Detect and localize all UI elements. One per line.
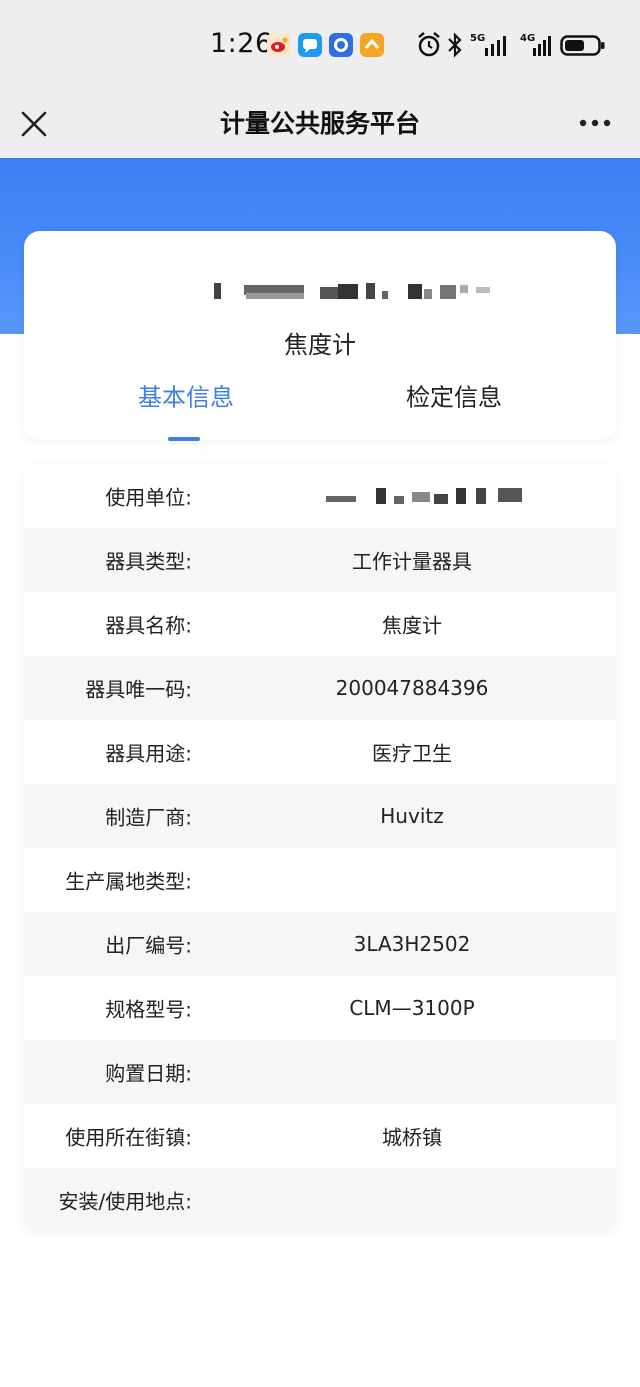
info-row-instrument-name: 器具名称: 焦度计	[24, 592, 616, 656]
info-row-purpose: 器具用途: 医疗卫生	[24, 720, 616, 784]
info-label: 购置日期:	[105, 1061, 192, 1086]
info-value: 城桥镇	[382, 1125, 442, 1150]
app-icon	[329, 33, 353, 57]
info-label: 器具类型:	[105, 549, 192, 574]
info-label: 生产属地类型:	[65, 869, 192, 894]
more-button[interactable]	[572, 108, 618, 138]
info-row-user-unit: 使用单位:	[24, 464, 616, 528]
info-row-purchase-date: 购置日期:	[24, 1040, 616, 1104]
info-row-instrument-type: 器具类型: 工作计量器具	[24, 528, 616, 592]
info-row-model: 规格型号: CLM—3100P	[24, 976, 616, 1040]
info-label: 器具用途:	[105, 741, 192, 766]
active-tab-indicator	[168, 437, 200, 441]
status-time: 1:26	[210, 28, 273, 59]
info-value: 200047884396	[335, 676, 489, 700]
tab-basic-info[interactable]: 基本信息	[134, 378, 238, 413]
more-icon	[579, 119, 611, 127]
info-label: 规格型号:	[105, 997, 192, 1022]
status-bar: 1:26 5G 4G	[0, 0, 640, 90]
info-label: 使用所在街镇:	[65, 1125, 192, 1150]
info-label: 出厂编号:	[105, 933, 192, 958]
device-name: 焦度计	[284, 331, 356, 359]
info-label: 安装/使用地点:	[58, 1189, 192, 1214]
info-value: 医疗卫生	[372, 741, 452, 766]
battery-icon	[560, 30, 606, 64]
title-bar: 计量公共服务平台	[0, 90, 640, 158]
info-value: CLM—3100P	[349, 996, 475, 1020]
info-label: 器具唯一码:	[85, 677, 192, 702]
info-row-install-location: 安装/使用地点:	[24, 1168, 616, 1232]
signal-icon	[532, 30, 554, 64]
info-value: 焦度计	[382, 613, 442, 638]
info-row-unique-code: 器具唯一码: 200047884396	[24, 656, 616, 720]
device-header-card: 焦度计 基本信息 检定信息	[24, 231, 616, 441]
info-row-production-locality: 生产属地类型:	[24, 848, 616, 912]
info-label: 制造厂商:	[105, 805, 192, 830]
info-row-street-town: 使用所在街镇: 城桥镇	[24, 1104, 616, 1168]
app-icon	[360, 33, 384, 57]
redacted-text-image	[214, 283, 490, 299]
tab-verification-info[interactable]: 检定信息	[402, 378, 506, 413]
info-value: 工作计量器具	[352, 549, 472, 574]
info-row-serial-number: 出厂编号: 3LA3H2502	[24, 912, 616, 976]
network-5g-label: 5G	[470, 33, 486, 44]
message-icon	[298, 33, 322, 57]
info-value: Huvitz	[380, 804, 444, 828]
info-label: 器具名称:	[105, 613, 192, 638]
signal-icon	[484, 30, 510, 64]
info-value: 3LA3H2502	[353, 932, 471, 956]
redacted-value-image	[326, 488, 522, 504]
page-title: 计量公共服务平台	[219, 109, 420, 138]
basic-info-card: 使用单位: 器具类型: 工作计量器具 器具名称: 焦度计 器具唯一码: 2000…	[24, 464, 616, 1232]
weibo-icon	[267, 33, 291, 57]
info-row-manufacturer: 制造厂商: Huvitz	[24, 784, 616, 848]
bluetooth-icon	[446, 30, 464, 64]
alarm-icon	[416, 30, 442, 64]
info-label: 使用单位:	[105, 485, 192, 510]
